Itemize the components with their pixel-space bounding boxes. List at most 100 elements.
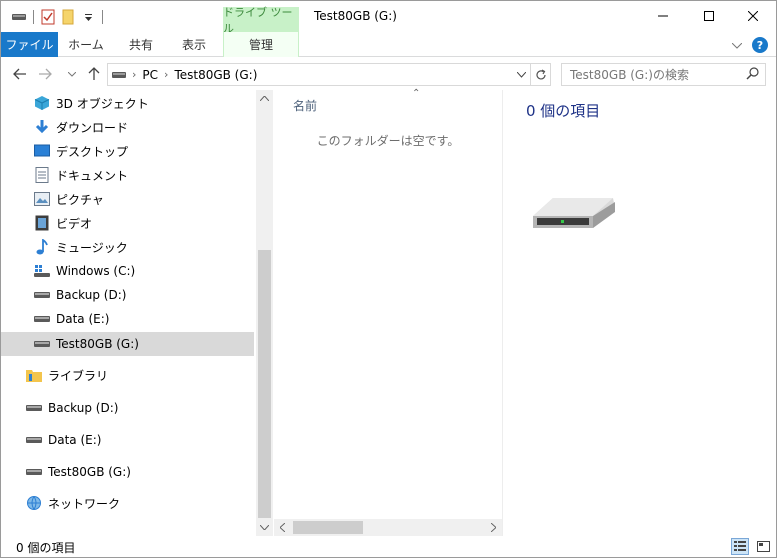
windows-drive-icon: [33, 262, 51, 280]
nav-item-label: Test80GB (G:): [56, 337, 139, 351]
back-button[interactable]: [11, 65, 29, 83]
explorer-window: ドライブ ツール Test80GB (G:) ファイル ホーム 共有 表示 管理…: [0, 0, 777, 558]
details-pane: 0 個の項目: [503, 90, 776, 536]
up-button[interactable]: [85, 65, 103, 83]
drive-tools-header: ドライブ ツール: [223, 6, 299, 35]
nav-item-label: ライブラリ: [48, 368, 109, 383]
address-dropdown-button[interactable]: [516, 67, 527, 81]
nav-item-label: ピクチャ: [56, 192, 104, 207]
nav-item-label: 3D オブジェクト: [56, 96, 149, 111]
navigation-pane: 3D オブジェクト ダウンロード デスクトップ ドキュメント ピクチャ ビデオ …: [1, 90, 256, 536]
nav-item-videos[interactable]: ビデオ: [1, 211, 254, 235]
nav-item-test80gb-g[interactable]: Test80GB (G:): [1, 332, 254, 356]
nav-item-label: Data (E:): [48, 433, 102, 447]
nav-item-desktop[interactable]: デスクトップ: [1, 139, 254, 163]
arrow-right-icon: [39, 68, 52, 80]
nav-item-documents[interactable]: ドキュメント: [1, 163, 254, 187]
chevron-up-icon: [260, 96, 269, 101]
close-button[interactable]: [730, 1, 776, 31]
new-folder-icon[interactable]: [58, 7, 78, 27]
nav-item-backup-d[interactable]: Backup (D:): [1, 283, 254, 307]
tab-home[interactable]: ホーム: [58, 32, 114, 57]
tab-file[interactable]: ファイル: [1, 32, 58, 57]
tab-share[interactable]: 共有: [114, 32, 168, 57]
nav-item-data-e[interactable]: Data (E:): [1, 307, 254, 331]
documents-icon: [33, 166, 51, 184]
window-title: Test80GB (G:): [314, 9, 397, 23]
drive-small-icon[interactable]: [9, 7, 29, 27]
videos-icon: [33, 214, 51, 232]
minimize-button[interactable]: [640, 1, 686, 31]
nav-item-label: ミュージック: [56, 240, 128, 255]
nav-item-label: ダウンロード: [56, 120, 129, 135]
scroll-right-button[interactable]: [485, 519, 502, 536]
drive-small-icon: [112, 68, 126, 82]
ribbon-tabs: ファイル ホーム 共有 表示 管理 ?: [1, 32, 776, 57]
maximize-button[interactable]: [686, 1, 732, 31]
navigation-bar: › PC › Test80GB (G:) Test80GB (G:)の検索: [1, 58, 776, 90]
scroll-down-button[interactable]: [256, 519, 273, 536]
nav-item-downloads[interactable]: ダウンロード: [1, 115, 254, 139]
nav-item-label: Windows (C:): [56, 264, 136, 278]
hard-drive-icon: [531, 194, 617, 241]
expand-ribbon-button[interactable]: [731, 38, 743, 52]
details-item-count: 0 個の項目: [526, 102, 601, 120]
status-bar: 0 個の項目: [1, 536, 776, 557]
drive-icon: [25, 431, 43, 449]
empty-folder-message: このフォルダーは空です。: [316, 134, 460, 148]
tab-manage[interactable]: 管理: [223, 32, 299, 57]
details-view-icon: [734, 541, 746, 551]
column-header-name[interactable]: 名前: [293, 97, 317, 114]
chevron-down-icon: [731, 42, 743, 49]
refresh-button[interactable]: [531, 63, 551, 86]
search-box[interactable]: Test80GB (G:)の検索: [561, 63, 766, 86]
3d-objects-icon: [33, 94, 51, 112]
nav-item-label: ネットワーク: [48, 496, 121, 511]
breadcrumb-drive[interactable]: Test80GB (G:): [174, 68, 257, 82]
search-icon[interactable]: [746, 67, 759, 83]
customize-qat-icon[interactable]: [78, 7, 98, 27]
nav-item-music[interactable]: ミュージック: [1, 235, 254, 259]
nav-item-libraries[interactable]: ライブラリ: [1, 363, 254, 387]
nav-item-label: ドキュメント: [56, 168, 129, 183]
details-view-button[interactable]: [731, 538, 749, 555]
nav-item-windows-c[interactable]: Windows (C:): [1, 259, 254, 283]
help-button[interactable]: ?: [752, 37, 768, 53]
ribbon-right-controls: ?: [731, 37, 768, 53]
chevron-left-icon: [280, 523, 285, 532]
breadcrumb-chevron-icon[interactable]: ›: [164, 68, 168, 81]
arrow-up-icon: [88, 67, 100, 80]
status-item-count: 0 個の項目: [16, 541, 76, 555]
qat-separator: [33, 10, 34, 24]
breadcrumb-chevron-icon[interactable]: ›: [132, 68, 136, 81]
nav-item-root-data-e[interactable]: Data (E:): [1, 428, 254, 452]
chevron-down-icon: [260, 525, 269, 530]
title-bar: ドライブ ツール Test80GB (G:): [1, 1, 776, 35]
nav-item-root-test80gb-g[interactable]: Test80GB (G:): [1, 460, 254, 484]
drive-icon: [25, 399, 43, 417]
recent-locations-button[interactable]: [63, 65, 81, 83]
scroll-thumb[interactable]: [293, 521, 363, 534]
properties-icon[interactable]: [38, 7, 58, 27]
large-icons-view-icon: [756, 541, 770, 552]
file-list-hscrollbar[interactable]: [274, 519, 502, 536]
nav-item-root-backup-d[interactable]: Backup (D:): [1, 396, 254, 420]
nav-item-3d-objects[interactable]: 3D オブジェクト: [1, 91, 254, 115]
forward-button[interactable]: [36, 65, 54, 83]
nav-item-network[interactable]: ネットワーク: [1, 491, 254, 515]
scroll-up-button[interactable]: [256, 90, 273, 107]
nav-pane-scrollbar[interactable]: [256, 90, 273, 536]
file-list[interactable]: ⌃ 名前 このフォルダーは空です。: [274, 88, 502, 536]
nav-item-label: Test80GB (G:): [48, 465, 131, 479]
scroll-thumb[interactable]: [258, 250, 271, 518]
nav-item-pictures[interactable]: ピクチャ: [1, 187, 254, 211]
desktop-icon: [33, 142, 51, 160]
tab-view[interactable]: 表示: [168, 32, 220, 57]
address-bar[interactable]: › PC › Test80GB (G:): [107, 63, 531, 86]
sort-ascending-icon: ⌃: [412, 88, 421, 99]
nav-item-label: Data (E:): [56, 312, 110, 326]
music-icon: [33, 238, 51, 256]
large-icons-view-button[interactable]: [754, 538, 772, 555]
breadcrumb-pc[interactable]: PC: [142, 68, 158, 82]
scroll-left-button[interactable]: [274, 519, 291, 536]
